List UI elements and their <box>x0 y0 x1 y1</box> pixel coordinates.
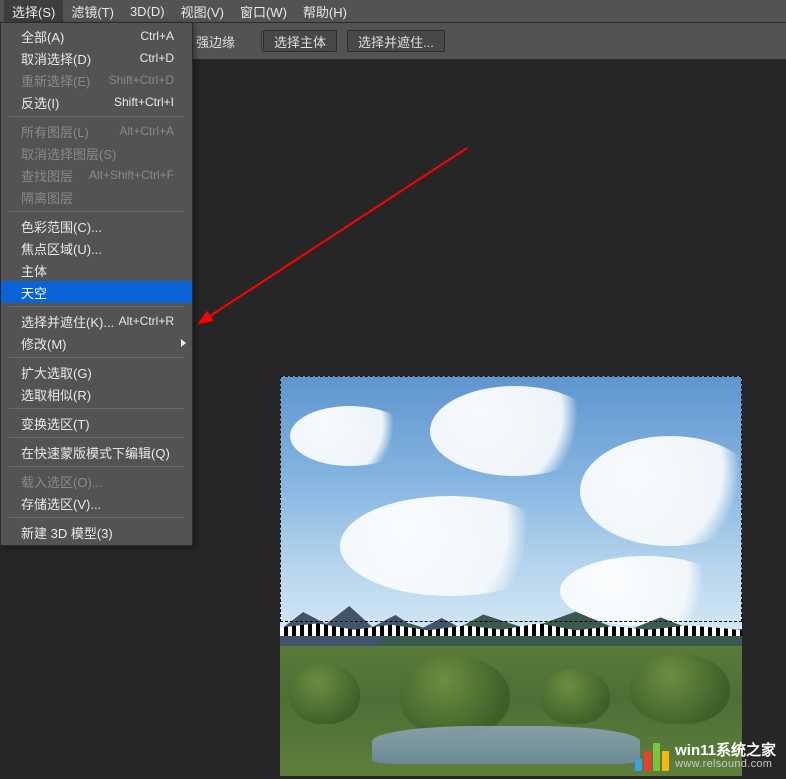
menu-item-all[interactable]: 全部(A) Ctrl+A <box>1 25 192 47</box>
menu-item-shortcut: Ctrl+D <box>140 51 174 65</box>
selection-marquee <box>280 376 742 622</box>
menu-item-isolate-layers: 隔离图层 <box>1 186 192 208</box>
watermark-text: win11系统之家 www.relsound.com <box>675 743 776 770</box>
menu-item-label: 新建 3D 模型(3) <box>21 523 113 542</box>
menu-item-label: 修改(M) <box>21 334 67 353</box>
menu-item-shortcut: Shift+Ctrl+I <box>114 95 174 109</box>
menu-item-deselect-layers: 取消选择图层(S) <box>1 142 192 164</box>
watermark: win11系统之家 www.relsound.com <box>625 735 786 779</box>
menu-item-label: 全部(A) <box>21 27 64 46</box>
menu-item-label: 选择并遮住(K)... <box>21 312 114 331</box>
watermark-title: win11系统之家 <box>675 743 776 759</box>
menu-item-shortcut: Shift+Ctrl+D <box>109 73 174 87</box>
menubar: 选择(S) 滤镜(T) 3D(D) 视图(V) 窗口(W) 帮助(H) <box>0 0 786 22</box>
menu-separator <box>9 517 184 518</box>
watermark-logo-icon <box>635 741 667 773</box>
menu-item-label: 色彩范围(C)... <box>21 217 102 236</box>
menu-item-label: 扩大选取(G) <box>21 363 92 382</box>
menu-separator <box>9 466 184 467</box>
menu-item-label: 反选(I) <box>21 93 59 112</box>
menu-filter[interactable]: 滤镜(T) <box>63 0 122 23</box>
document-image[interactable] <box>280 376 742 776</box>
select-menu-dropdown: 全部(A) Ctrl+A 取消选择(D) Ctrl+D 重新选择(E) Shif… <box>0 22 193 546</box>
menu-item-subject[interactable]: 主体 <box>1 259 192 281</box>
menu-item-shortcut: Ctrl+A <box>140 29 174 43</box>
menu-item-new-3d-extrusion[interactable]: 新建 3D 模型(3) <box>1 521 192 543</box>
menu-view[interactable]: 视图(V) <box>173 0 232 23</box>
menu-item-shortcut: Alt+Ctrl+R <box>119 314 174 328</box>
menu-item-all-layers: 所有图层(L) Alt+Ctrl+A <box>1 120 192 142</box>
watermark-url: www.relsound.com <box>675 759 776 771</box>
menu-select[interactable]: 选择(S) <box>4 0 63 23</box>
menu-item-label: 载入选区(O)... <box>21 472 103 491</box>
menu-item-label: 所有图层(L) <box>21 122 89 141</box>
menu-item-transform-selection[interactable]: 变换选区(T) <box>1 412 192 434</box>
tree-shape <box>540 669 610 724</box>
menu-separator <box>9 357 184 358</box>
options-edge-label: 强边缘 <box>196 32 235 51</box>
menu-item-shortcut: Alt+Shift+Ctrl+F <box>89 168 174 182</box>
menu-separator <box>9 408 184 409</box>
menu-item-label: 在快速蒙版模式下编辑(Q) <box>21 443 170 462</box>
menu-item-sky[interactable]: 天空 <box>1 281 192 303</box>
menu-item-label: 重新选择(E) <box>21 71 90 90</box>
menu-item-deselect[interactable]: 取消选择(D) Ctrl+D <box>1 47 192 69</box>
menu-item-reselect: 重新选择(E) Shift+Ctrl+D <box>1 69 192 91</box>
menu-separator <box>9 211 184 212</box>
menu-item-label: 天空 <box>21 283 47 302</box>
menu-item-modify[interactable]: 修改(M) <box>1 332 192 354</box>
menu-item-focus-area[interactable]: 焦点区域(U)... <box>1 237 192 259</box>
menu-item-label: 取消选择(D) <box>21 49 91 68</box>
menu-3d[interactable]: 3D(D) <box>122 2 173 21</box>
menu-item-label: 查找图层 <box>21 166 73 185</box>
menu-item-save-selection[interactable]: 存储选区(V)... <box>1 492 192 514</box>
tree-shape <box>290 664 360 724</box>
menu-item-label: 隔离图层 <box>21 188 73 207</box>
tree-shape <box>630 654 730 724</box>
menu-separator <box>9 437 184 438</box>
menu-item-quick-mask[interactable]: 在快速蒙版模式下编辑(Q) <box>1 441 192 463</box>
menu-item-inverse[interactable]: 反选(I) Shift+Ctrl+I <box>1 91 192 113</box>
menu-item-select-and-mask[interactable]: 选择并遮住(K)... Alt+Ctrl+R <box>1 310 192 332</box>
menu-item-load-selection: 载入选区(O)... <box>1 470 192 492</box>
menu-item-find-layers: 查找图层 Alt+Shift+Ctrl+F <box>1 164 192 186</box>
menu-item-label: 取消选择图层(S) <box>21 144 116 163</box>
menu-item-label: 存储选区(V)... <box>21 494 101 513</box>
options-btn-select-and-mask[interactable]: 选择并遮住... <box>347 30 445 52</box>
menu-item-color-range[interactable]: 色彩范围(C)... <box>1 215 192 237</box>
menu-help[interactable]: 帮助(H) <box>295 0 355 23</box>
tree-shape <box>400 656 510 736</box>
menu-item-shortcut: Alt+Ctrl+A <box>119 124 174 138</box>
chevron-right-icon <box>181 339 186 347</box>
options-btn-select-subject[interactable]: 选择主体 <box>263 30 337 52</box>
menu-item-similar[interactable]: 选取相似(R) <box>1 383 192 405</box>
menu-item-label: 选取相似(R) <box>21 385 91 404</box>
menu-item-grow[interactable]: 扩大选取(G) <box>1 361 192 383</box>
water-shape <box>372 726 640 764</box>
menu-item-label: 焦点区域(U)... <box>21 239 102 258</box>
menu-item-label: 变换选区(T) <box>21 414 90 433</box>
menu-separator <box>9 306 184 307</box>
menu-item-label: 主体 <box>21 261 47 280</box>
menu-separator <box>9 116 184 117</box>
menu-window[interactable]: 窗口(W) <box>232 0 295 23</box>
